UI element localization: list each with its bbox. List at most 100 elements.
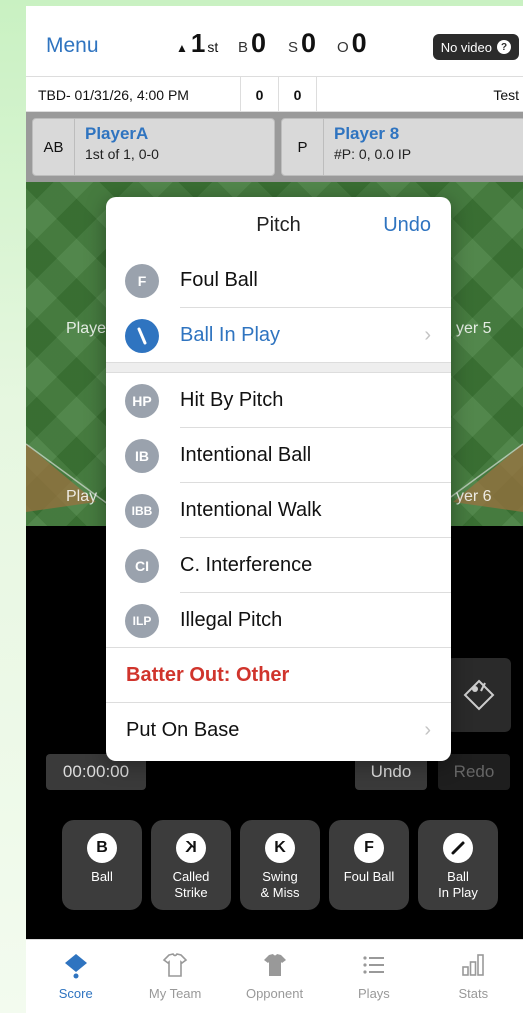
tab-score-label: Score: [58, 986, 93, 1001]
pitcher-detail: #P: 0, 0.0 IP: [334, 146, 412, 162]
tab-opponent-label: Opponent: [245, 986, 304, 1001]
swing-miss-button[interactable]: K Swing & Miss: [240, 820, 320, 910]
menu-item-label: Foul Ball: [180, 269, 258, 291]
chevron-right-icon: ›: [424, 324, 431, 346]
menu-item-batter-out-other[interactable]: Batter Out: Other: [106, 648, 451, 703]
score-header: Menu ▲ 1 st B 0 S 0 O 0 No video ?: [26, 6, 523, 76]
bottom-tab-bar: Score My Team Opponent Plays Stats: [26, 939, 523, 1013]
menu-item-label: Ball In Play: [180, 324, 281, 346]
opponent-name: Test: [493, 86, 519, 103]
jersey-filled-icon: [263, 954, 286, 976]
put-on-base-label: Put On Base: [126, 719, 240, 741]
field-player-label-rf: yer 5: [456, 320, 492, 337]
batter-tag: AB: [33, 119, 75, 175]
hit-by-pitch-badge-icon: HP: [125, 383, 159, 418]
menu-item-foul-ball[interactable]: F Foul Ball: [106, 253, 451, 308]
menu-item-illegal-pitch[interactable]: ILP Illegal Pitch: [106, 593, 451, 648]
diamond-icon: [64, 954, 87, 979]
menu-item-label: Intentional Walk: [180, 499, 322, 521]
foul-ball-button-label: Foul Ball: [343, 869, 395, 884]
menu-item-hit-by-pitch[interactable]: HP Hit By Pitch: [106, 373, 451, 428]
ball-icon: B: [87, 833, 117, 863]
foul-ball-button[interactable]: F Foul Ball: [329, 820, 409, 910]
home-score: 0: [241, 77, 279, 112]
outs-count: O 0: [337, 28, 367, 59]
field-diagram-icon: [463, 679, 495, 711]
batter-card[interactable]: AB PlayerA 1st of 1, 0-0: [32, 118, 275, 176]
ball-in-play-button-label: Ball In Play: [438, 869, 478, 900]
field-player-label-3b: Play: [66, 488, 98, 505]
bar-chart-icon: [462, 954, 485, 976]
game-title: TBD- 01/31/26, 4:00 PM: [26, 77, 241, 112]
tab-stats[interactable]: Stats: [424, 940, 523, 1013]
menu-item-label: Hit By Pitch: [180, 389, 284, 411]
tab-plays-label: Plays: [358, 986, 390, 1001]
tab-score[interactable]: Score: [26, 940, 125, 1013]
tab-plays[interactable]: Plays: [324, 940, 423, 1013]
intentional-walk-badge-icon: IBB: [125, 493, 159, 528]
menu-item-catcher-interference[interactable]: CI C. Interference: [106, 538, 451, 593]
menu-section-divider: [106, 363, 451, 373]
catcher-interference-badge-icon: CI: [125, 548, 159, 583]
menu-item-put-on-base[interactable]: Put On Base ›: [106, 703, 451, 758]
inning-number: 1: [190, 28, 206, 58]
no-video-button[interactable]: No video ?: [432, 34, 519, 60]
balls-count: B 0: [238, 28, 266, 59]
inning-suffix: st: [207, 39, 219, 55]
tab-opponent[interactable]: Opponent: [225, 940, 324, 1013]
outs-value: 0: [351, 28, 367, 58]
intentional-ball-badge-icon: IB: [125, 438, 159, 473]
pitch-menu-undo-button[interactable]: Undo: [383, 214, 431, 237]
menu-button[interactable]: Menu: [46, 34, 99, 58]
pitch-action-bar: B Ball K Called Strike K Swing & Miss F …: [62, 820, 498, 910]
strikes-value: 0: [301, 28, 317, 58]
list-icon: [363, 956, 384, 974]
ball-button[interactable]: B Ball: [62, 820, 142, 910]
menu-item-label: C. Interference: [180, 554, 313, 576]
pitcher-card[interactable]: P Player 8 #P: 0, 0.0 IP: [281, 118, 523, 176]
field-player-label-1b: yer 6: [456, 488, 492, 505]
ball-in-play-button[interactable]: Ball In Play: [418, 820, 498, 910]
pitcher-tag: P: [282, 119, 324, 175]
pitch-menu-popover: Pitch Undo F Foul Ball Ball In Play › HP…: [106, 197, 451, 761]
strikes-label: S: [288, 39, 299, 56]
pitch-menu-header: Pitch Undo: [106, 197, 451, 253]
menu-item-ball-in-play[interactable]: Ball In Play ›: [106, 308, 451, 363]
menu-item-intentional-walk[interactable]: IBB Intentional Walk: [106, 483, 451, 538]
swing-miss-button-label: Swing & Miss: [260, 869, 300, 900]
game-info-row: TBD- 01/31/26, 4:00 PM 0 0 Test: [26, 76, 523, 112]
foul-ball-icon: F: [354, 833, 384, 863]
outs-label: O: [337, 39, 349, 56]
tab-my-team-label: My Team: [148, 986, 202, 1001]
tab-stats-label: Stats: [458, 986, 489, 1001]
away-score: 0: [279, 77, 317, 112]
ball-button-label: Ball: [91, 869, 113, 884]
batter-out-label: Batter Out: Other: [126, 664, 290, 686]
foul-ball-badge-icon: F: [125, 263, 159, 298]
balls-value: 0: [251, 28, 267, 58]
bat-badge-icon: [125, 318, 159, 353]
redo-button[interactable]: Redo: [438, 754, 510, 790]
chevron-right-icon: ›: [424, 719, 431, 741]
bat-icon: [443, 833, 473, 863]
swing-miss-icon: K: [265, 833, 295, 863]
called-strike-button[interactable]: K Called Strike: [151, 820, 231, 910]
field-view-button[interactable]: [447, 658, 511, 732]
pitcher-name: Player 8: [334, 124, 400, 143]
menu-item-intentional-ball[interactable]: IB Intentional Ball: [106, 428, 451, 483]
balls-label: B: [238, 39, 249, 56]
top-inning-arrow-icon: ▲: [176, 41, 188, 55]
batter-detail: 1st of 1, 0-0: [85, 146, 159, 162]
app-screen: Menu ▲ 1 st B 0 S 0 O 0 No video ? TBD- …: [26, 6, 523, 1013]
inning-indicator: ▲ 1 st: [176, 28, 218, 59]
illegal-pitch-badge-icon: ILP: [125, 603, 159, 638]
tab-my-team[interactable]: My Team: [125, 940, 224, 1013]
batter-name: PlayerA: [85, 124, 149, 143]
no-video-label: No video: [440, 39, 492, 55]
strikes-count: S 0: [288, 28, 316, 59]
menu-item-label: Illegal Pitch: [180, 609, 283, 631]
help-icon: ?: [497, 40, 511, 54]
called-strike-button-label: Called Strike: [172, 869, 210, 900]
menu-item-label: Intentional Ball: [180, 444, 312, 466]
jersey-outline-icon: [162, 953, 188, 977]
